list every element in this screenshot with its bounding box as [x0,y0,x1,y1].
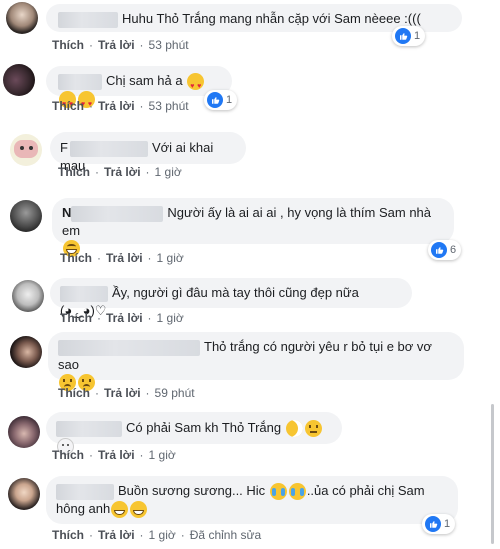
like-link[interactable]: Thích [52,448,84,462]
comment-text: Huhu Thỏ Trắng mang nhẫn cặp với Sam nèe… [122,11,421,26]
reply-link[interactable]: Trả lời [106,251,143,265]
like-link[interactable]: Thích [52,99,84,113]
blurred-name[interactable] [56,483,114,500]
reply-link[interactable]: Trả lời [98,38,135,52]
neutral-emoji-icon [304,420,322,438]
reaction-count[interactable]: 1 [392,26,426,46]
avatar[interactable] [3,64,35,96]
reaction-count[interactable]: 1 [422,514,456,534]
blurred-name[interactable] [56,420,122,437]
like-link[interactable]: Thích [52,528,84,542]
blurred-name[interactable] [58,11,118,28]
blurred-name[interactable] [69,140,148,157]
comment-bubble: Thỏ trắng có người yêu r bỏ tụi e bơ vơ … [48,332,464,391]
like-thumb-icon [395,28,411,44]
comment-bubble: N Người ấy là ai ai ai , hy vọng là thím … [52,198,454,257]
commenter-initial[interactable]: N [62,205,71,220]
comment-actions: Thích · Trả lời · 53 phút [52,38,189,52]
blurred-name[interactable] [71,205,164,222]
comment-actions: Thích · Trả lời · 53 phút [52,99,189,113]
timestamp[interactable]: 1 giờ [155,165,182,179]
avatar[interactable] [12,280,44,312]
like-thumb-icon [431,242,447,258]
like-thumb-icon [425,516,441,532]
like-thumb-icon [207,92,223,108]
reaction-count[interactable]: 6 [428,240,462,260]
timestamp[interactable]: 1 giờ [149,448,176,462]
comment-actions: Thích · Trả lời · 1 giờ [60,251,184,265]
like-link[interactable]: Thích [58,165,90,179]
moon-emoji-icon [285,420,303,438]
like-link[interactable]: Thích [52,38,84,52]
comment-text-line1: Buồn sương sương... Hic [118,483,266,498]
comment-actions: Thích · Trả lời · 59 phút [58,386,195,400]
like-link[interactable]: Thích [60,311,92,325]
reply-link[interactable]: Trả lời [98,99,135,113]
comment-bubble: Chị sam hả a ♥ ♥ ♥ ♥ ♥ ♥ [46,66,232,109]
comment-actions: Thích · Trả lời · 1 giờ · Đã chỉnh sửa [52,528,262,542]
crying-emoji-icon [269,483,287,501]
crying-emoji-icon [288,483,306,501]
comment-actions: Thích · Trả lời · 1 giờ [52,448,176,462]
edited-label[interactable]: Đã chỉnh sửa [190,528,261,542]
comment-text: Có phải Sam kh Thỏ Trắng [126,420,282,435]
blurred-name[interactable] [60,285,108,302]
reply-link[interactable]: Trả lời [98,448,135,462]
reply-link[interactable]: Trả lời [106,311,143,325]
timestamp[interactable]: 1 giờ [157,311,184,325]
like-link[interactable]: Thích [60,251,92,265]
blurred-name[interactable] [58,73,102,90]
comment-text-line1b: ..ủa có phải chị Sam [306,483,425,498]
reaction-count[interactable]: 1 [204,90,238,110]
heart-eyes-emoji-icon: ♥ ♥ [187,73,205,91]
comment-bubble: Buồn sương sương... Hic ..ủa có phải chị… [46,476,458,524]
reply-link[interactable]: Trả lời [104,386,141,400]
comment-bubble: Có phải Sam kh Thỏ Trắng [46,412,342,456]
reply-link[interactable]: Trả lời [104,165,141,179]
timestamp[interactable]: 53 phút [149,99,189,113]
timestamp[interactable]: 53 phút [149,38,189,52]
commenter-initial[interactable]: F [60,140,68,155]
avatar[interactable] [10,134,42,166]
grinning-emoji-icon [130,501,148,519]
avatar[interactable] [10,200,42,232]
timestamp[interactable]: 59 phút [155,386,195,400]
scrollbar[interactable] [491,404,494,544]
comment-text: Chị sam hả a [106,73,183,88]
comment-actions: Thích · Trả lời · 1 giờ [60,311,184,325]
comment-bubble: Ầy, người gì đâu mà tay thôi cũng đẹp nữ… [50,278,412,318]
comment-actions: Thích · Trả lời · 1 giờ [58,165,182,179]
like-link[interactable]: Thích [58,386,90,400]
blurred-name[interactable] [58,339,200,356]
comment-bubble: F Với ai khai mau [50,132,246,173]
avatar[interactable] [10,336,42,368]
timestamp[interactable]: 1 giờ [157,251,184,265]
avatar[interactable] [6,2,38,34]
timestamp[interactable]: 1 giờ [149,528,176,542]
comment-text-line2: hông anh [56,501,111,517]
reply-link[interactable]: Trả lời [98,528,135,542]
avatar[interactable] [8,478,40,510]
grinning-emoji-icon [111,501,129,519]
avatar[interactable] [8,416,40,448]
